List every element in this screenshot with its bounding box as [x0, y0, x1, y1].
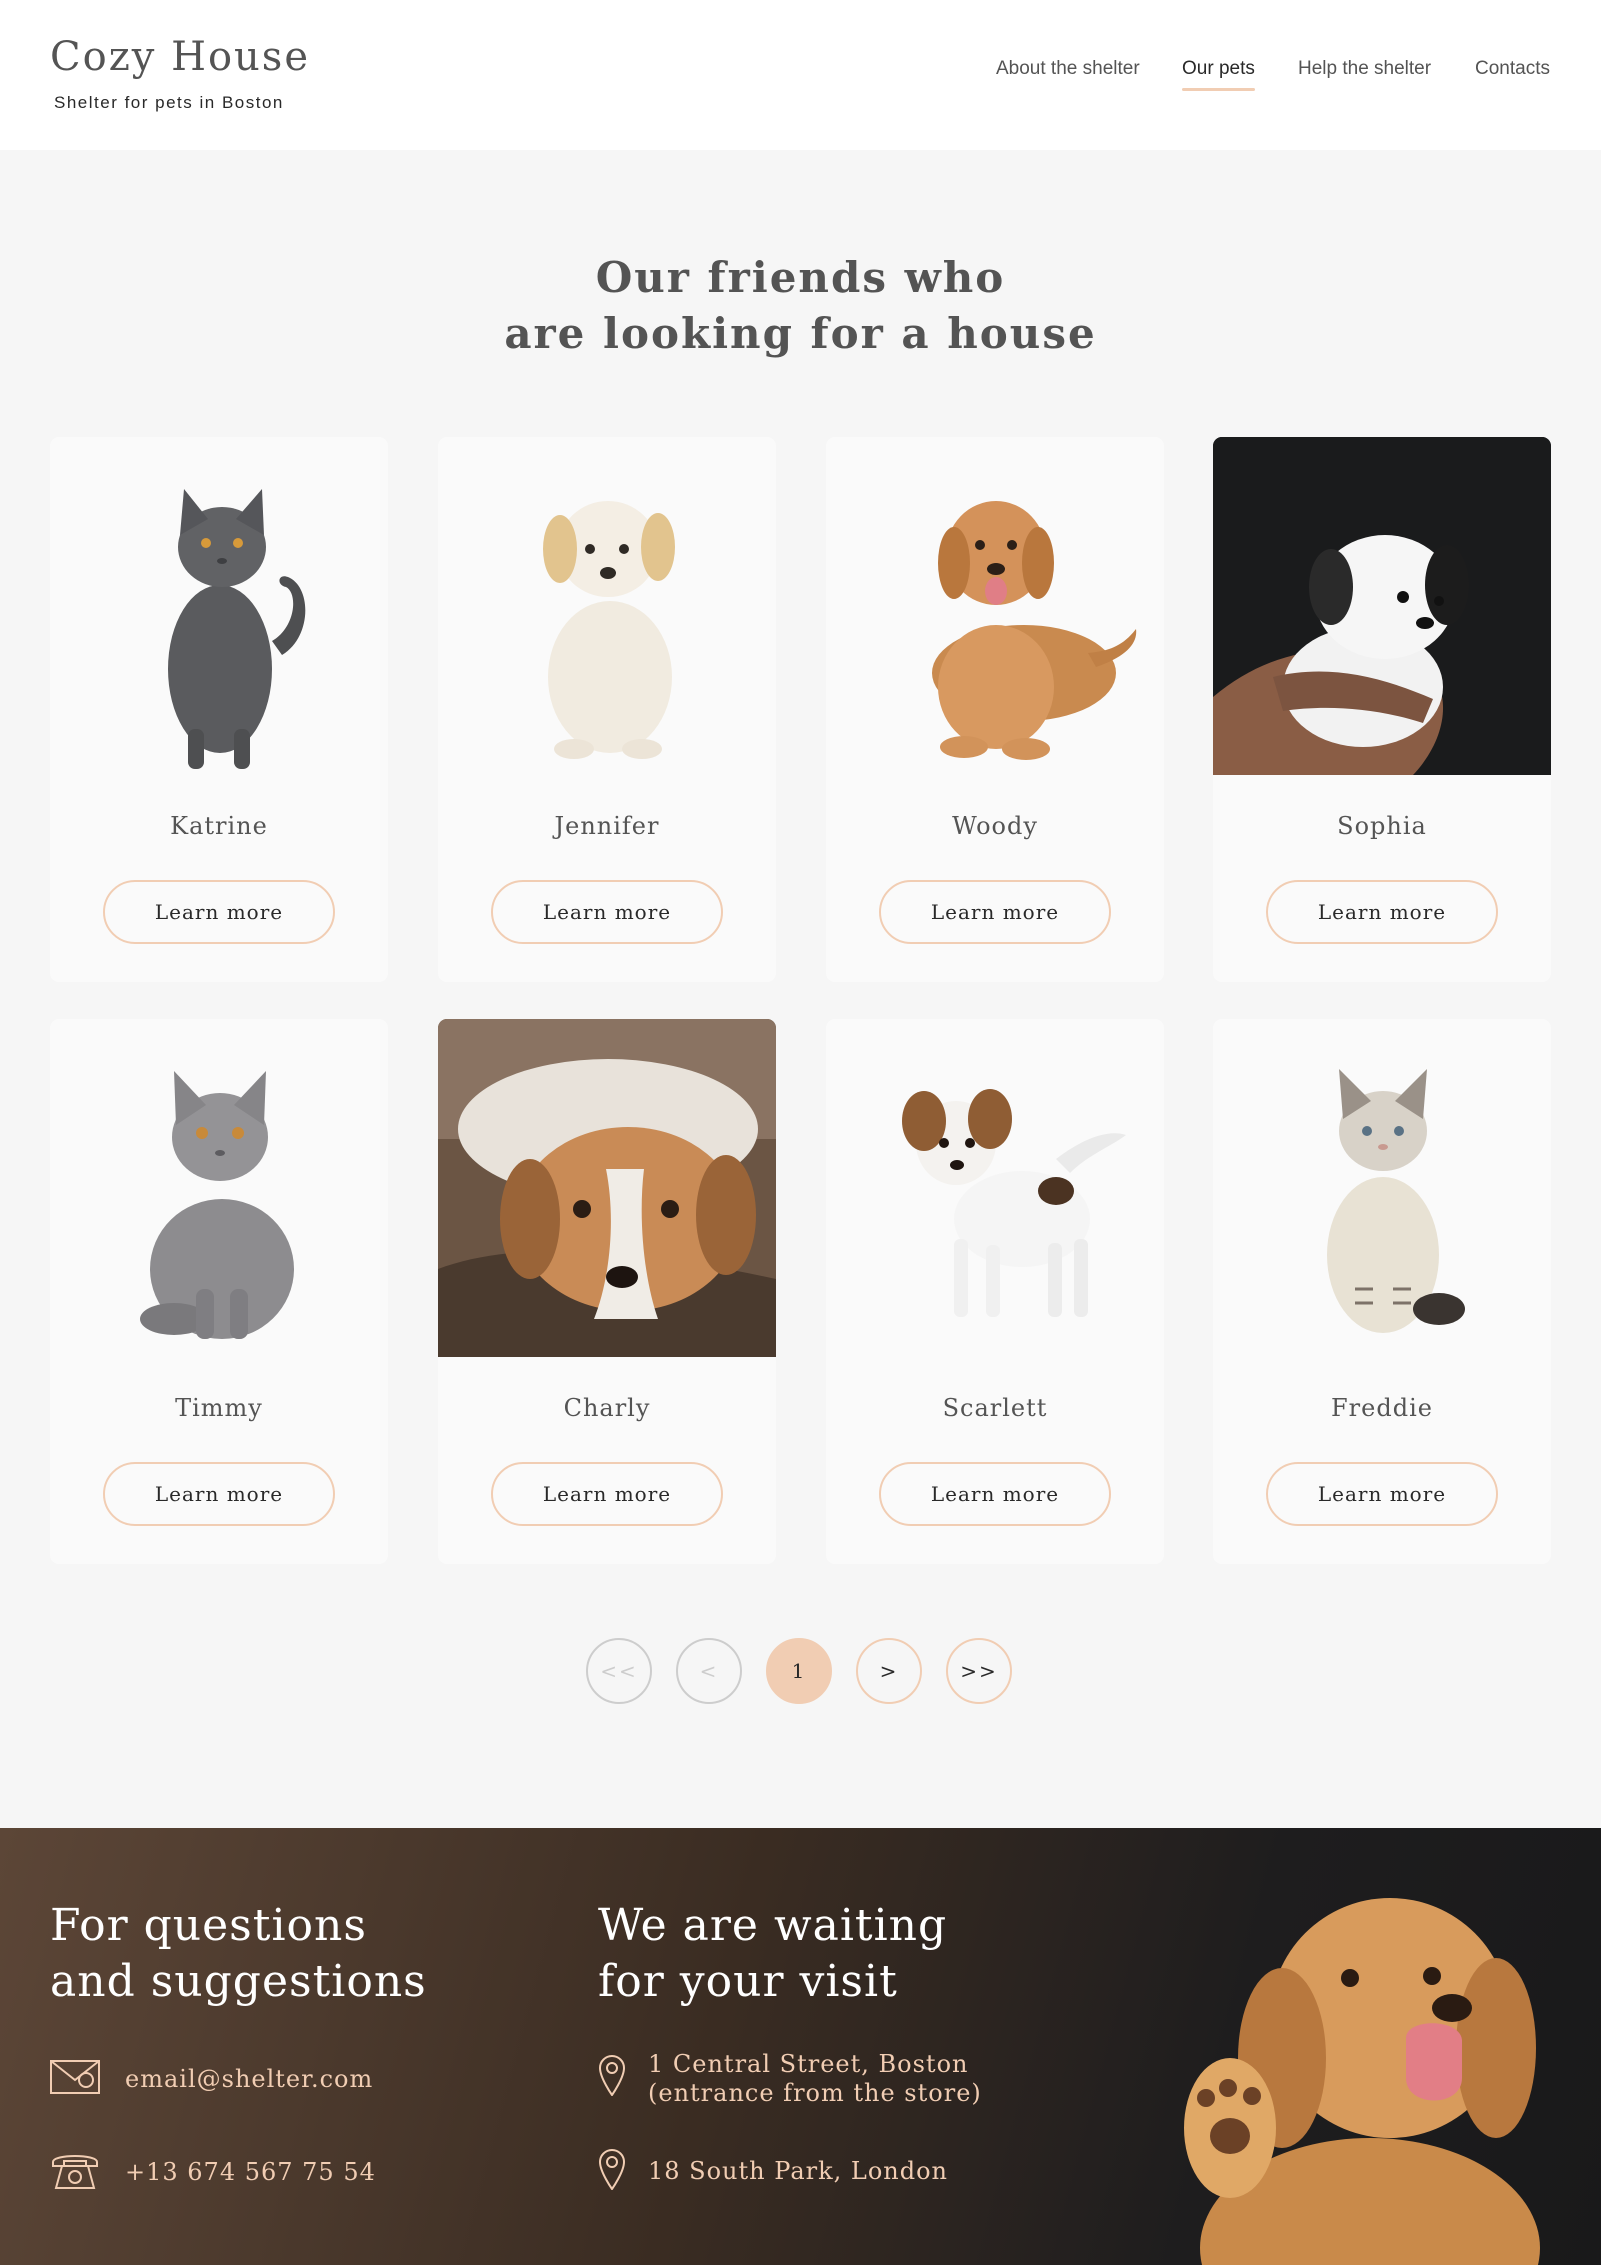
jack-russell-puppy-icon: [826, 1019, 1164, 1357]
pagination-first-button[interactable]: <<: [586, 1638, 652, 1704]
pagination-last-button[interactable]: >>: [946, 1638, 1012, 1704]
pet-name: Sophia: [1337, 812, 1427, 840]
address-boston-line1: 1 Central Street, Boston: [648, 2050, 969, 2078]
brown-white-dog-icon: [438, 1019, 776, 1357]
questions-title: For questions and suggestions: [50, 1898, 427, 2010]
phone-icon: [50, 2150, 100, 2195]
pet-card[interactable]: Timmy Learn more: [50, 1019, 388, 1564]
address-boston-text: 1 Central Street, Boston (entrance from …: [648, 2050, 982, 2108]
learn-more-button[interactable]: Learn more: [491, 880, 723, 944]
questions-title-line2: and suggestions: [50, 1956, 427, 2007]
nav-help-shelter[interactable]: Help the shelter: [1298, 58, 1431, 80]
address-boston-line2: (entrance from the store): [648, 2079, 982, 2107]
pet-name: Jennifer: [554, 812, 660, 840]
learn-more-button[interactable]: Learn more: [103, 880, 335, 944]
section-title: Our friends who are looking for a house: [0, 250, 1601, 362]
email-text[interactable]: email@shelter.com: [125, 2065, 373, 2094]
nav-about-shelter[interactable]: About the shelter: [996, 58, 1140, 80]
learn-more-button[interactable]: Learn more: [879, 880, 1111, 944]
visit-title: We are waiting for your visit: [598, 1898, 947, 2010]
pet-card[interactable]: Katrine Learn more: [50, 437, 388, 982]
pet-card[interactable]: Freddie Learn more: [1213, 1019, 1551, 1564]
golden-retriever-icon: [826, 437, 1164, 775]
map-pin-icon: [598, 2054, 626, 2101]
learn-more-button[interactable]: Learn more: [103, 1462, 335, 1526]
pet-name: Woody: [952, 812, 1038, 840]
learn-more-button[interactable]: Learn more: [1266, 880, 1498, 944]
pet-name: Freddie: [1331, 1394, 1433, 1422]
pet-card[interactable]: Charly Learn more: [438, 1019, 776, 1564]
pet-name: Timmy: [175, 1394, 263, 1422]
phone-text[interactable]: +13 674 567 75 54: [125, 2158, 376, 2187]
golden-puppy-paw-icon: [1170, 1868, 1550, 2265]
map-pin-icon: [598, 2148, 626, 2195]
nav-our-pets[interactable]: Our pets: [1182, 58, 1255, 91]
pet-card[interactable]: Jennifer Learn more: [438, 437, 776, 982]
learn-more-button[interactable]: Learn more: [879, 1462, 1111, 1526]
learn-more-button[interactable]: Learn more: [491, 1462, 723, 1526]
learn-more-button[interactable]: Learn more: [1266, 1462, 1498, 1526]
grey-cat-icon: [50, 437, 388, 775]
pagination-prev-button[interactable]: <: [676, 1638, 742, 1704]
tabby-kitten-icon: [1213, 1019, 1551, 1357]
pagination-next-button[interactable]: >: [856, 1638, 922, 1704]
pagination-current-page: 1: [766, 1638, 832, 1704]
nav-contacts[interactable]: Contacts: [1475, 58, 1550, 80]
main-nav: About the shelter Our pets Help the shel…: [0, 58, 1601, 98]
questions-title-line1: For questions: [50, 1900, 367, 1951]
pet-name: Charly: [563, 1394, 651, 1422]
section-title-line2: are looking for a house: [504, 309, 1097, 358]
email-contact[interactable]: email@shelter.com: [50, 2060, 373, 2099]
pet-name: Katrine: [170, 812, 268, 840]
address-boston[interactable]: 1 Central Street, Boston (entrance from …: [598, 2050, 982, 2108]
address-london[interactable]: 18 South Park, London: [598, 2148, 948, 2195]
pet-name: Scarlett: [942, 1394, 1048, 1422]
site-header: Cozy House Shelter for pets in Boston Ab…: [0, 0, 1601, 150]
visit-title-line1: We are waiting: [598, 1900, 948, 1951]
cream-puppy-icon: [438, 437, 776, 775]
address-london-text: 18 South Park, London: [648, 2157, 949, 2185]
pet-card[interactable]: Scarlett Learn more: [826, 1019, 1164, 1564]
pet-card[interactable]: Woody Learn more: [826, 437, 1164, 982]
black-white-puppy-icon: [1213, 437, 1551, 775]
site-footer: For questions and suggestions email@shel…: [0, 1828, 1601, 2265]
visit-title-line2: for your visit: [598, 1956, 898, 2007]
grey-cat-sitting-icon: [50, 1019, 388, 1357]
mail-icon: [50, 2060, 100, 2099]
section-title-line1: Our friends who: [595, 253, 1006, 302]
phone-contact[interactable]: +13 674 567 75 54: [50, 2150, 376, 2195]
pet-card[interactable]: Sophia Learn more: [1213, 437, 1551, 982]
